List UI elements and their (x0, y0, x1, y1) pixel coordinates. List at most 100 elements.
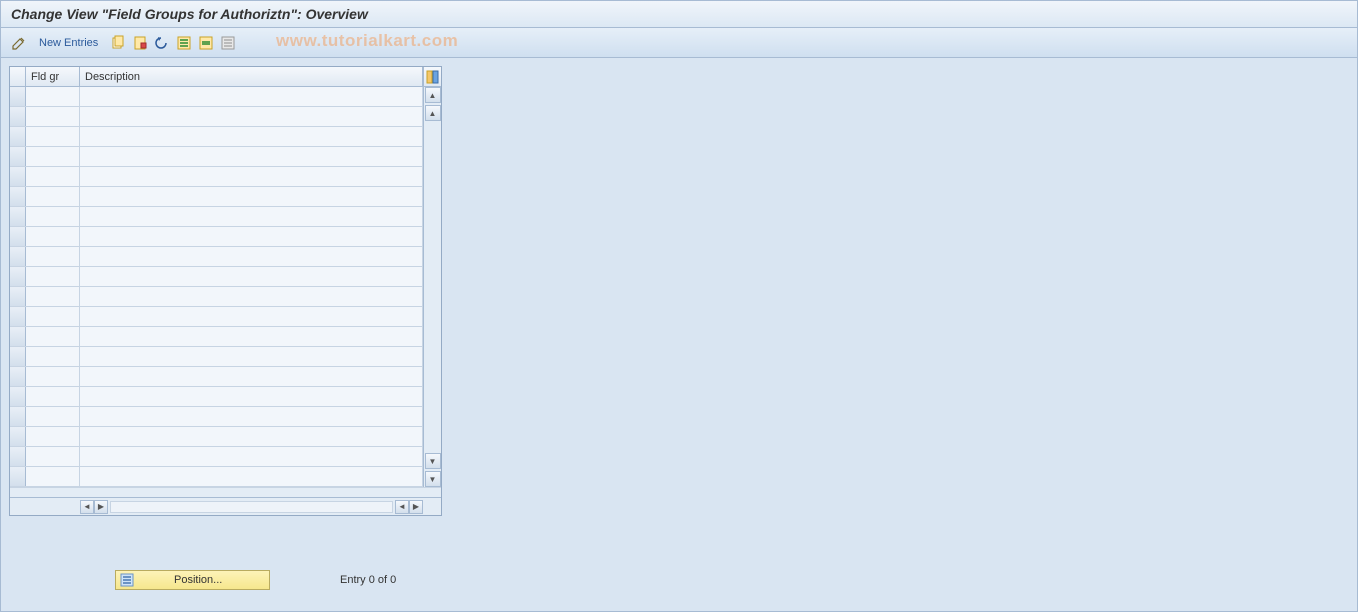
row-selector[interactable] (10, 207, 26, 226)
new-entries-button[interactable]: New Entries (33, 35, 104, 51)
cell-fldgr[interactable] (26, 187, 80, 206)
scroll-left-button[interactable]: ▶ (94, 500, 108, 514)
row-selector[interactable] (10, 167, 26, 186)
cell-fldgr[interactable] (26, 427, 80, 446)
table-row[interactable] (10, 147, 423, 167)
cell-description[interactable] (80, 107, 423, 126)
table-row[interactable] (10, 427, 423, 447)
scroll-last-button[interactable]: ▶ (409, 500, 423, 514)
table-settings-button[interactable] (423, 67, 441, 86)
table-row[interactable] (10, 267, 423, 287)
horizontal-scrollbar[interactable]: ◄ ▶ ◄ ▶ (10, 497, 441, 515)
row-selector[interactable] (10, 187, 26, 206)
row-selector[interactable] (10, 427, 26, 446)
row-selector[interactable] (10, 127, 26, 146)
table-row[interactable] (10, 327, 423, 347)
table-row[interactable] (10, 307, 423, 327)
scroll-page-down-button[interactable]: ▼ (425, 453, 441, 469)
delete-icon[interactable] (132, 35, 148, 51)
select-block-icon[interactable] (198, 35, 214, 51)
row-selector[interactable] (10, 387, 26, 406)
table-row[interactable] (10, 387, 423, 407)
cell-fldgr[interactable] (26, 307, 80, 326)
deselect-all-icon[interactable] (220, 35, 236, 51)
row-selector[interactable] (10, 407, 26, 426)
row-selector[interactable] (10, 347, 26, 366)
row-selector[interactable] (10, 247, 26, 266)
row-selector[interactable] (10, 447, 26, 466)
row-selector[interactable] (10, 227, 26, 246)
row-selector-header[interactable] (10, 67, 26, 86)
row-selector[interactable] (10, 307, 26, 326)
undo-icon[interactable] (154, 35, 170, 51)
table-row[interactable] (10, 247, 423, 267)
position-button[interactable]: Position... (115, 570, 270, 590)
cell-fldgr[interactable] (26, 167, 80, 186)
cell-fldgr[interactable] (26, 267, 80, 286)
cell-description[interactable] (80, 267, 423, 286)
scroll-down-button[interactable]: ▼ (425, 471, 441, 487)
cell-description[interactable] (80, 127, 423, 146)
cell-description[interactable] (80, 347, 423, 366)
cell-description[interactable] (80, 247, 423, 266)
row-selector[interactable] (10, 107, 26, 126)
scroll-right-button[interactable]: ◄ (395, 500, 409, 514)
cell-fldgr[interactable] (26, 207, 80, 226)
cell-description[interactable] (80, 327, 423, 346)
cell-fldgr[interactable] (26, 347, 80, 366)
scroll-first-button[interactable]: ◄ (80, 500, 94, 514)
table-row[interactable] (10, 287, 423, 307)
copy-icon[interactable] (110, 35, 126, 51)
table-row[interactable] (10, 167, 423, 187)
table-row[interactable] (10, 367, 423, 387)
scroll-page-up-button[interactable]: ▲ (425, 105, 441, 121)
cell-description[interactable] (80, 147, 423, 166)
cell-description[interactable] (80, 467, 423, 486)
cell-fldgr[interactable] (26, 327, 80, 346)
table-row[interactable] (10, 227, 423, 247)
column-header-fldgr[interactable]: Fld gr (26, 67, 80, 86)
cell-fldgr[interactable] (26, 387, 80, 406)
cell-fldgr[interactable] (26, 107, 80, 126)
select-all-icon[interactable] (176, 35, 192, 51)
column-header-description[interactable]: Description (80, 67, 423, 86)
cell-description[interactable] (80, 307, 423, 326)
cell-description[interactable] (80, 427, 423, 446)
cell-fldgr[interactable] (26, 247, 80, 266)
table-row[interactable] (10, 87, 423, 107)
cell-fldgr[interactable] (26, 287, 80, 306)
table-row[interactable] (10, 207, 423, 227)
cell-fldgr[interactable] (26, 367, 80, 386)
cell-fldgr[interactable] (26, 147, 80, 166)
scroll-up-button[interactable]: ▲ (425, 87, 441, 103)
table-row[interactable] (10, 187, 423, 207)
cell-description[interactable] (80, 87, 423, 106)
table-row[interactable] (10, 107, 423, 127)
cell-description[interactable] (80, 287, 423, 306)
row-selector[interactable] (10, 467, 26, 486)
toggle-display-change-icon[interactable] (11, 35, 27, 51)
row-selector[interactable] (10, 287, 26, 306)
table-row[interactable] (10, 407, 423, 427)
row-selector[interactable] (10, 327, 26, 346)
cell-fldgr[interactable] (26, 227, 80, 246)
table-row[interactable] (10, 127, 423, 147)
cell-description[interactable] (80, 387, 423, 406)
cell-description[interactable] (80, 187, 423, 206)
hscroll-track[interactable] (110, 501, 393, 513)
cell-description[interactable] (80, 407, 423, 426)
cell-fldgr[interactable] (26, 127, 80, 146)
cell-fldgr[interactable] (26, 467, 80, 486)
cell-description[interactable] (80, 227, 423, 246)
table-row[interactable] (10, 447, 423, 467)
row-selector[interactable] (10, 267, 26, 286)
vertical-scrollbar[interactable]: ▲ ▲ ▼ ▼ (423, 87, 441, 487)
cell-description[interactable] (80, 207, 423, 226)
cell-fldgr[interactable] (26, 447, 80, 466)
cell-fldgr[interactable] (26, 407, 80, 426)
row-selector[interactable] (10, 367, 26, 386)
table-row[interactable] (10, 467, 423, 487)
cell-description[interactable] (80, 367, 423, 386)
cell-fldgr[interactable] (26, 87, 80, 106)
row-selector[interactable] (10, 87, 26, 106)
